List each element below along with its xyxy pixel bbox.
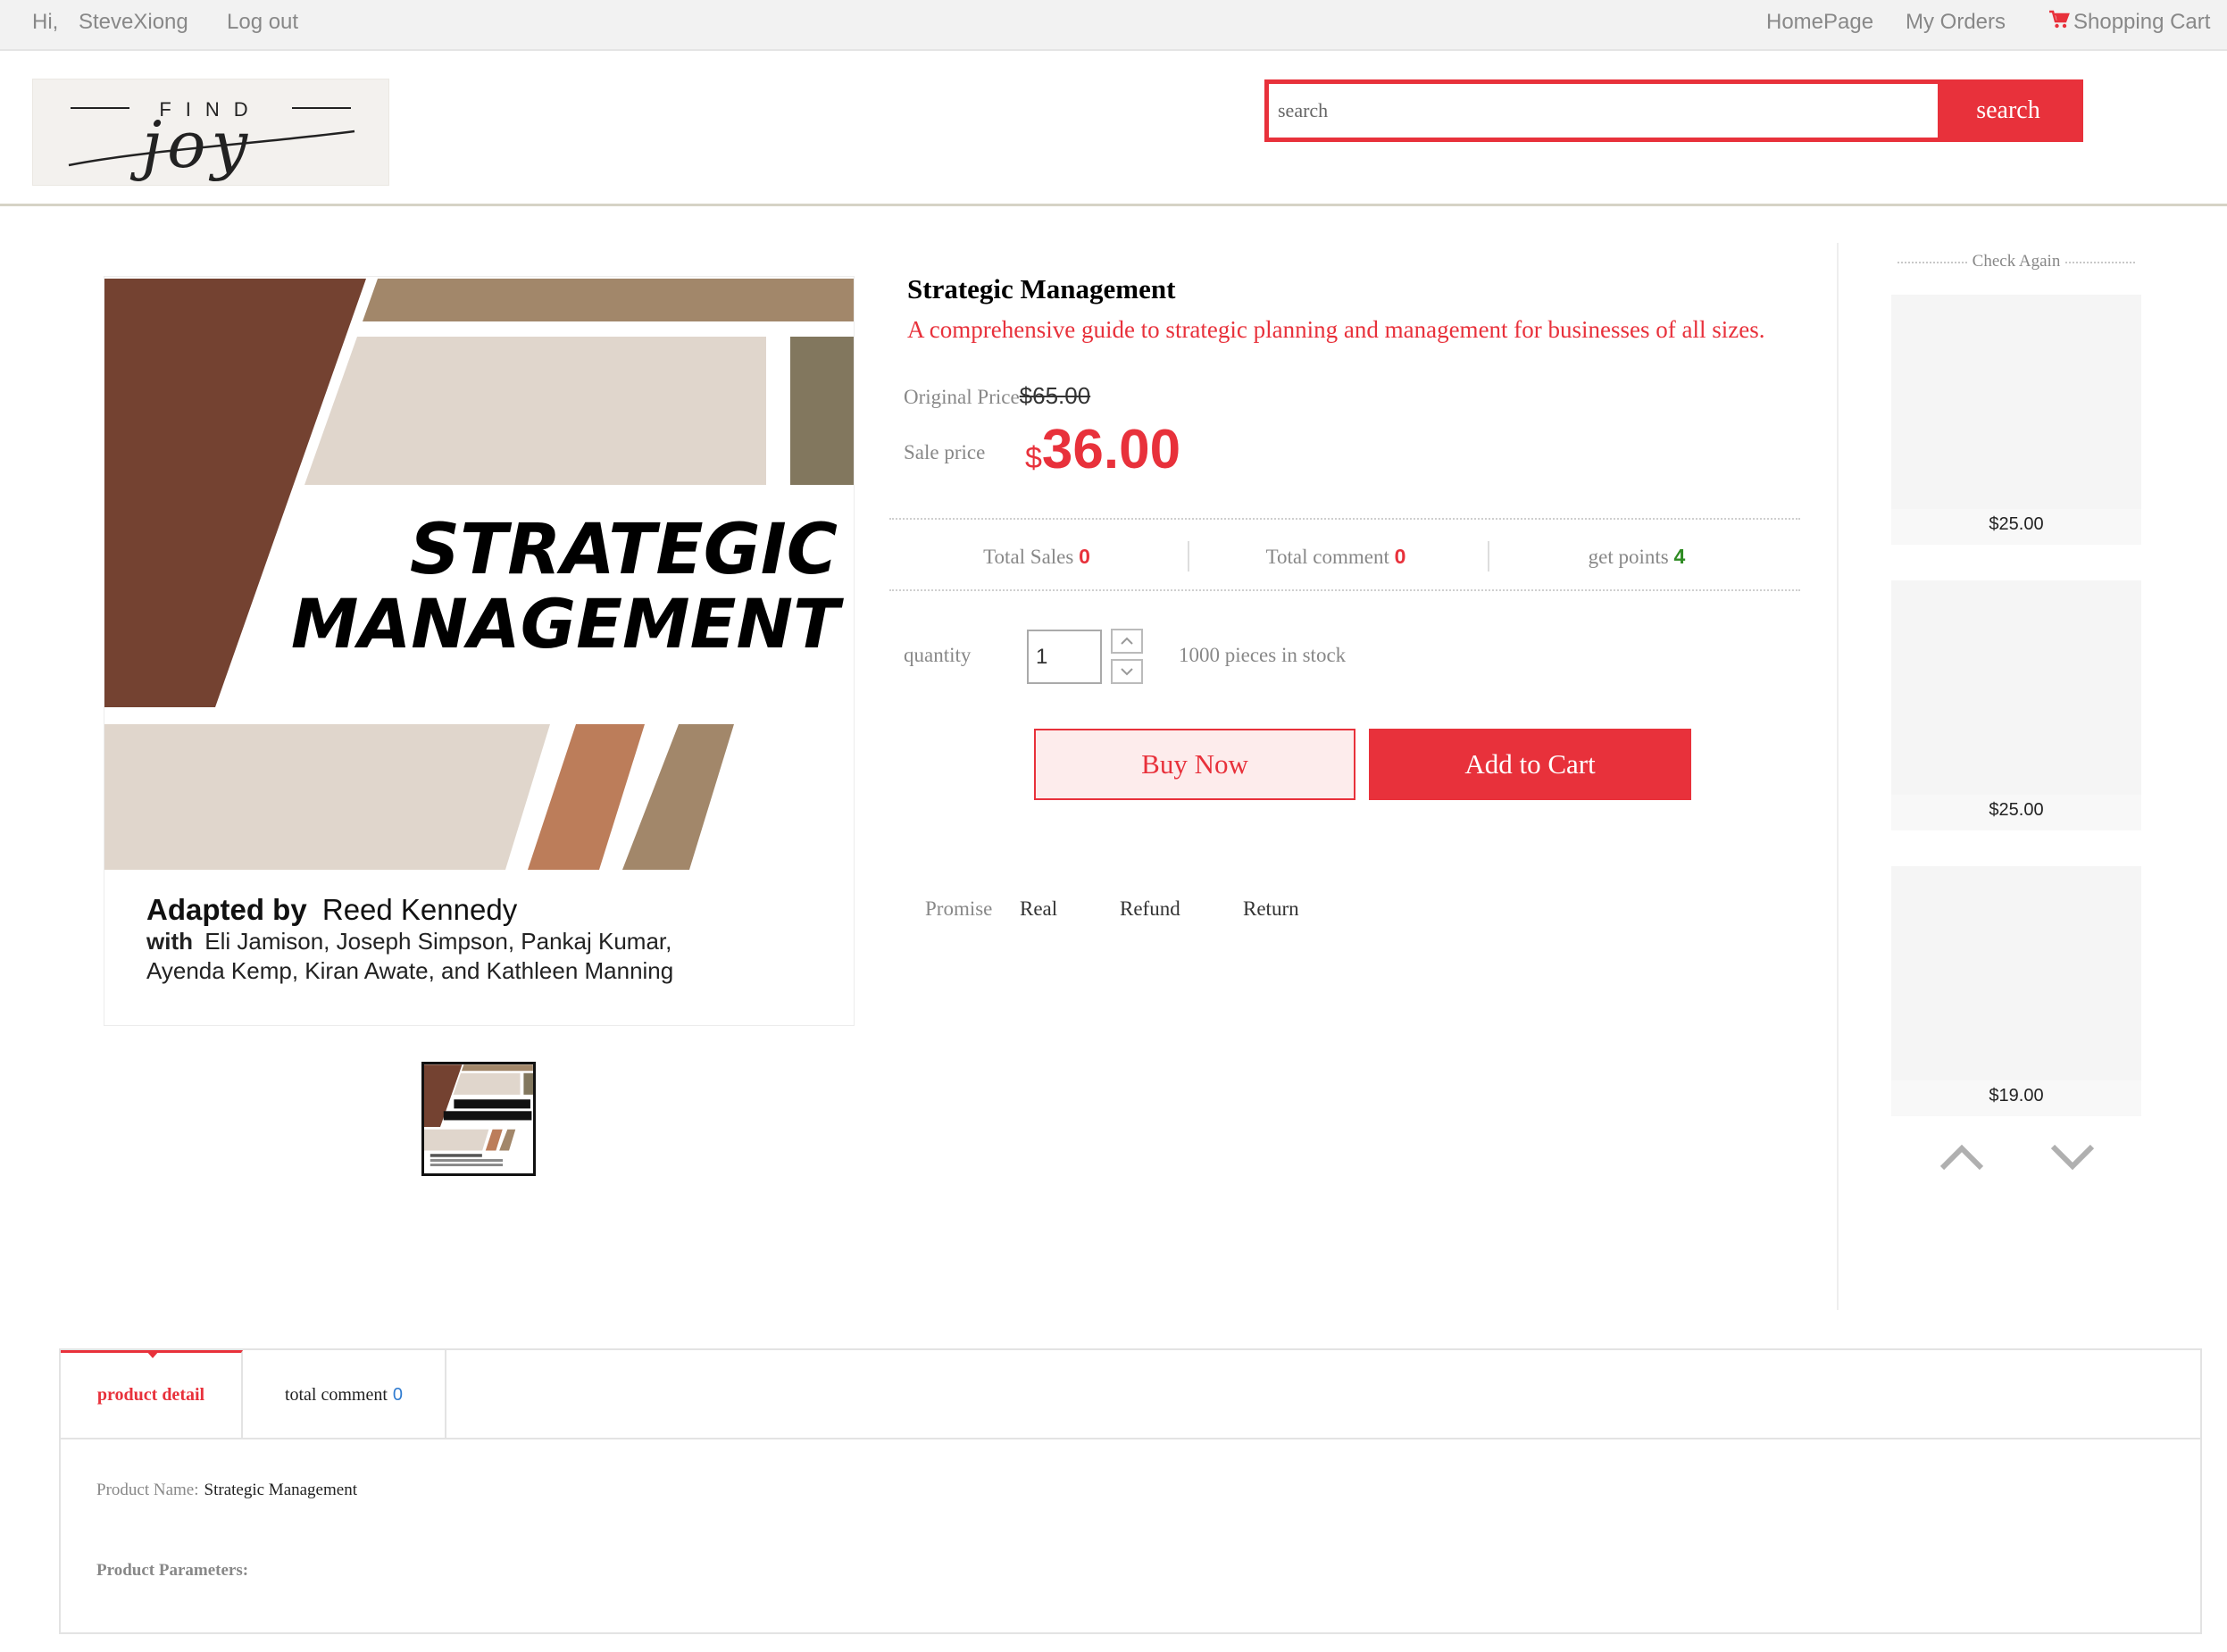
product-name-row: Product Name: Strategic Management xyxy=(96,1481,357,1500)
chevron-up-icon xyxy=(1939,1144,1984,1171)
product-parameters-label: Product Parameters: xyxy=(96,1561,249,1580)
check-again-item[interactable]: $25.00 xyxy=(1891,580,2141,830)
scroll-up-button[interactable] xyxy=(1938,1141,1986,1173)
stats-divider-bottom xyxy=(889,589,1800,591)
stats-divider-top xyxy=(889,518,1800,520)
cover-adapted-label: Adapted by xyxy=(146,893,307,926)
quantity-increment-button[interactable] xyxy=(1111,629,1143,654)
original-price-row: Original Price$65.00 xyxy=(904,382,1090,410)
quantity-input[interactable] xyxy=(1027,630,1102,684)
total-sales-label: Total Sales xyxy=(983,546,1074,568)
add-to-cart-button[interactable]: Add to Cart xyxy=(1369,729,1691,800)
tab-total-comment-count: 0 xyxy=(392,1385,404,1405)
username-link[interactable]: SteveXiong xyxy=(79,9,188,36)
chevron-down-icon xyxy=(1121,668,1133,676)
promise-item-real: Real xyxy=(1020,897,1058,920)
quantity-decrement-button[interactable] xyxy=(1111,659,1143,684)
get-points-value: 4 xyxy=(1673,545,1686,568)
original-price-label: Original Price xyxy=(904,386,1020,408)
check-again-item-price: $19.00 xyxy=(1989,1086,2044,1106)
check-again-item-image xyxy=(1891,295,2141,509)
check-again-item-price: $25.00 xyxy=(1989,514,2044,534)
promise-item-return: Return xyxy=(1243,897,1299,920)
total-sales: Total Sales 0 xyxy=(889,545,1184,569)
cover-with-names-1: Eli Jamison, Joseph Simpson, Pankaj Kuma… xyxy=(204,928,671,955)
shopping-cart-label: Shopping Cart xyxy=(2073,10,2211,34)
check-again-item-price: $25.00 xyxy=(1989,800,2044,820)
cover-with-label: with xyxy=(146,928,193,955)
get-points-label: get points xyxy=(1588,546,1669,568)
get-points: get points 4 xyxy=(1489,545,1784,569)
total-comment-label: Total comment xyxy=(1265,546,1389,568)
product-name-value: Strategic Management xyxy=(204,1481,357,1499)
shopping-cart-link[interactable]: Shopping Cart xyxy=(2048,9,2210,38)
active-tab-indicator xyxy=(146,1350,160,1358)
header-divider xyxy=(0,204,2227,206)
tab-bar: product detail total comment 0 xyxy=(61,1350,2200,1439)
total-comment-value: 0 xyxy=(1394,545,1406,568)
greeting: Hi, xyxy=(32,10,59,34)
sale-price-currency: $ xyxy=(1025,441,1042,475)
logo[interactable]: FIND joy xyxy=(32,79,389,186)
cover-title-line2: MANAGEMENT xyxy=(291,584,844,663)
total-comment: Total comment 0 xyxy=(1189,545,1483,569)
svg-text:with Eli Jamison, Joseph: with Eli Jamison, Joseph Simpson, Pankaj… xyxy=(146,928,671,955)
product-title: Strategic Management xyxy=(907,273,1176,305)
search-bar: search xyxy=(1264,79,2083,142)
sale-price-amount: 36.00 xyxy=(1041,419,1181,480)
search-input[interactable] xyxy=(1269,84,1938,138)
quantity-label: quantity xyxy=(904,644,972,666)
promise-item-refund: Refund xyxy=(1120,897,1180,920)
tab-product-detail-label: product detail xyxy=(96,1385,205,1405)
product-main-image: STRATEGIC MANAGEMENT Adapted by Reed Ken… xyxy=(104,276,855,1026)
original-price: $65.00 xyxy=(1019,382,1091,409)
buy-now-button[interactable]: Buy Now xyxy=(1034,729,1355,800)
total-sales-value: 0 xyxy=(1079,545,1090,568)
check-again-item-image xyxy=(1891,866,2141,1080)
check-again-title: Check Again xyxy=(1972,252,2061,271)
cover-title-line1: STRATEGIC xyxy=(410,510,838,590)
sale-price-label: Sale price xyxy=(904,441,986,463)
scroll-down-button[interactable] xyxy=(2048,1141,2097,1173)
sidebar-divider xyxy=(1837,243,1839,1310)
check-again-item-image xyxy=(1891,580,2141,795)
product-subtitle: A comprehensive guide to strategic plann… xyxy=(907,316,1765,343)
search-button[interactable]: search xyxy=(1938,84,2079,138)
tab-product-detail[interactable]: product detail xyxy=(61,1350,243,1439)
promise-label: Promise xyxy=(925,897,993,920)
product-name-label: Product Name: xyxy=(96,1481,199,1499)
my-orders-link[interactable]: My Orders xyxy=(1906,9,2006,36)
check-again-item[interactable]: $25.00 xyxy=(1891,295,2141,545)
cover-with-names-2: Ayenda Kemp, Kiran Awate, and Kathleen M… xyxy=(146,957,673,984)
check-again-item[interactable]: $19.00 xyxy=(1891,866,2141,1116)
tab-total-comment-label: total comment xyxy=(284,1385,388,1405)
logout-link[interactable]: Log out xyxy=(227,9,298,36)
homepage-link[interactable]: HomePage xyxy=(1766,9,1873,36)
cover-adapted-name: Reed Kennedy xyxy=(322,893,518,926)
shopping-cart-icon xyxy=(2048,9,2070,38)
product-tabs-panel: product detail total comment 0 Product Na… xyxy=(59,1348,2202,1634)
top-bar: Hi, SteveXiong Log out HomePage My Order… xyxy=(0,0,2227,51)
svg-text:Adapted by Reed Kennedy: Adapted by Reed Kennedy xyxy=(146,893,518,926)
stock-text: 1000 pieces in stock xyxy=(1179,644,1347,666)
check-again-header: Check Again xyxy=(1891,252,2141,271)
chevron-up-icon xyxy=(1121,637,1133,645)
chevron-down-icon xyxy=(2050,1144,2095,1171)
product-thumbnail[interactable] xyxy=(421,1062,536,1176)
sale-price: $36.00 xyxy=(1025,418,1180,481)
tab-total-comment[interactable]: total comment 0 xyxy=(243,1350,446,1439)
